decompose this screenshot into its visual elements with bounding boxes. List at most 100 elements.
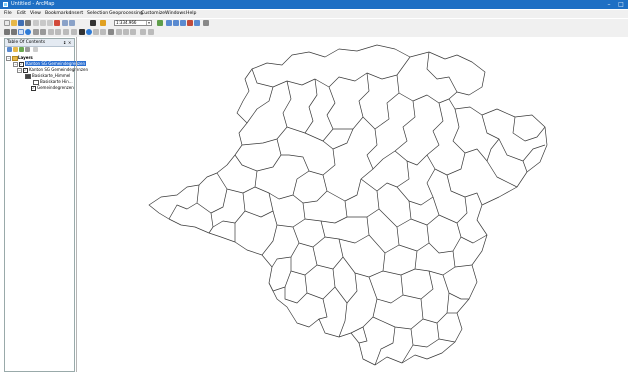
menu-view[interactable]: View: [30, 11, 41, 17]
collapse-icon[interactable]: −: [17, 68, 22, 73]
list-by-visibility-icon[interactable]: [19, 47, 24, 52]
municipal-border: [438, 338, 456, 343]
open-folder-icon[interactable]: [11, 20, 17, 26]
municipal-border: [426, 152, 466, 176]
sublayer-row[interactable]: Basiskarte Hin...: [33, 79, 74, 85]
map-scale-value: 1:334.966: [116, 20, 137, 25]
municipal-border: [268, 270, 292, 292]
maximize-button[interactable]: □: [616, 0, 626, 9]
full-extent-icon[interactable]: [25, 29, 31, 35]
back-extent-icon[interactable]: [48, 29, 54, 35]
sublayer-row[interactable]: Basiskarte_Himmel: [25, 73, 74, 79]
layer-row[interactable]: ✓ Gemeindegrenzen: [31, 85, 74, 91]
undo-icon[interactable]: [62, 20, 68, 26]
municipal-border: [208, 212, 214, 234]
municipal-border: [290, 246, 318, 276]
list-by-selection-icon[interactable]: [25, 47, 30, 52]
minimize-button[interactable]: –: [604, 0, 614, 9]
municipal-border: [398, 224, 430, 252]
municipal-border: [452, 108, 488, 162]
list-by-drawing-order-icon[interactable]: [7, 47, 12, 52]
close-icon[interactable]: ×: [68, 40, 71, 45]
visibility-checkbox[interactable]: ✓: [23, 67, 28, 73]
collapse-icon[interactable]: −: [6, 56, 11, 61]
municipal-border: [271, 242, 300, 268]
layer-label[interactable]: Gemeindegrenzen: [37, 85, 74, 90]
map-scale-input[interactable]: 1:334.966 ▾: [114, 20, 152, 26]
municipal-border: [326, 178, 362, 202]
municipal-border: [318, 298, 328, 320]
arctoolbox-icon[interactable]: [187, 20, 193, 26]
menu-bookmarks[interactable]: Bookmarks: [45, 11, 71, 17]
tree-root-label: Layers: [18, 55, 33, 60]
municipal-border: [334, 272, 358, 304]
municipal-border: [372, 298, 424, 330]
time-slider-icon[interactable]: [140, 29, 146, 35]
save-icon[interactable]: [18, 20, 24, 26]
municipal-border: [347, 190, 380, 218]
add-data-icon[interactable]: [90, 20, 96, 26]
visibility-checkbox[interactable]: ✓: [31, 85, 36, 91]
select-features-icon[interactable]: [63, 29, 69, 35]
list-by-source-icon[interactable]: [13, 47, 18, 52]
municipal-border: [382, 250, 418, 276]
table-of-contents-icon[interactable]: [166, 20, 172, 26]
menu-selection[interactable]: Selection: [87, 11, 108, 17]
model-builder-icon[interactable]: [203, 20, 209, 26]
municipal-border: [261, 224, 278, 256]
municipal-border: [338, 302, 348, 338]
menu-geoprocessing[interactable]: Geoprocessing: [109, 11, 143, 17]
map-view[interactable]: [77, 37, 628, 372]
identify-icon[interactable]: [86, 29, 92, 35]
municipal-border: [486, 138, 518, 188]
municipal-border: [322, 128, 354, 150]
municipal-border: [244, 192, 274, 218]
sublayer-label[interactable]: Basiskarte_Himmel: [32, 73, 70, 78]
pin-icon[interactable]: ↨: [63, 40, 66, 45]
catalog-icon[interactable]: [173, 20, 179, 26]
clear-selection-icon[interactable]: [71, 29, 77, 35]
html-popup-icon[interactable]: [100, 29, 106, 35]
chevron-down-icon[interactable]: ▾: [146, 21, 151, 25]
sublayer-label[interactable]: Basiskarte Hin...: [40, 79, 73, 84]
zoom-in-icon[interactable]: [4, 29, 10, 35]
cut-icon[interactable]: [33, 20, 39, 26]
editor-toolbar-icon[interactable]: [157, 20, 163, 26]
new-document-icon[interactable]: [4, 20, 10, 26]
viewer-window-icon[interactable]: [148, 29, 154, 35]
go-to-xy-icon[interactable]: [130, 29, 136, 35]
zoom-out-icon[interactable]: [11, 29, 17, 35]
menu-edit[interactable]: Edit: [17, 11, 26, 17]
forward-extent-icon[interactable]: [55, 29, 61, 35]
find-icon[interactable]: [116, 29, 122, 35]
municipal-border: [422, 292, 450, 324]
copy-icon[interactable]: [40, 20, 46, 26]
delete-icon[interactable]: [54, 20, 60, 26]
options-icon[interactable]: [33, 47, 38, 52]
menu-insert[interactable]: Insert: [70, 11, 83, 17]
menu-windows[interactable]: Windows: [165, 11, 186, 17]
paste-icon[interactable]: [47, 20, 53, 26]
menu-customize[interactable]: Customize: [141, 11, 165, 17]
menu-file[interactable]: File: [4, 11, 12, 17]
tree-root-layers[interactable]: − Layers: [6, 55, 66, 61]
add-data-dropdown-icon[interactable]: [100, 20, 106, 26]
print-icon[interactable]: [25, 20, 31, 26]
layer-row[interactable]: − ✓ Kanton SG Gemeindegrenzen: [17, 67, 88, 73]
fixed-zoom-out-icon[interactable]: [40, 29, 46, 35]
pan-icon[interactable]: [18, 29, 24, 35]
municipal-border: [254, 178, 298, 200]
measure-icon[interactable]: [108, 29, 114, 35]
municipal-border: [196, 188, 228, 214]
menu-help[interactable]: Help: [186, 11, 196, 17]
layer-row[interactable]: − ✓ Kanton SG Gemeindegrenzen: [13, 61, 87, 67]
find-route-icon[interactable]: [123, 29, 129, 35]
search-window-icon[interactable]: [180, 20, 186, 26]
tools-toolbar: [0, 28, 628, 37]
fixed-zoom-in-icon[interactable]: [33, 29, 39, 35]
hyperlink-icon[interactable]: [93, 29, 99, 35]
visibility-checkbox[interactable]: ✓: [19, 61, 24, 67]
redo-icon[interactable]: [69, 20, 75, 26]
select-elements-icon[interactable]: [79, 29, 85, 35]
python-window-icon[interactable]: [194, 20, 200, 26]
